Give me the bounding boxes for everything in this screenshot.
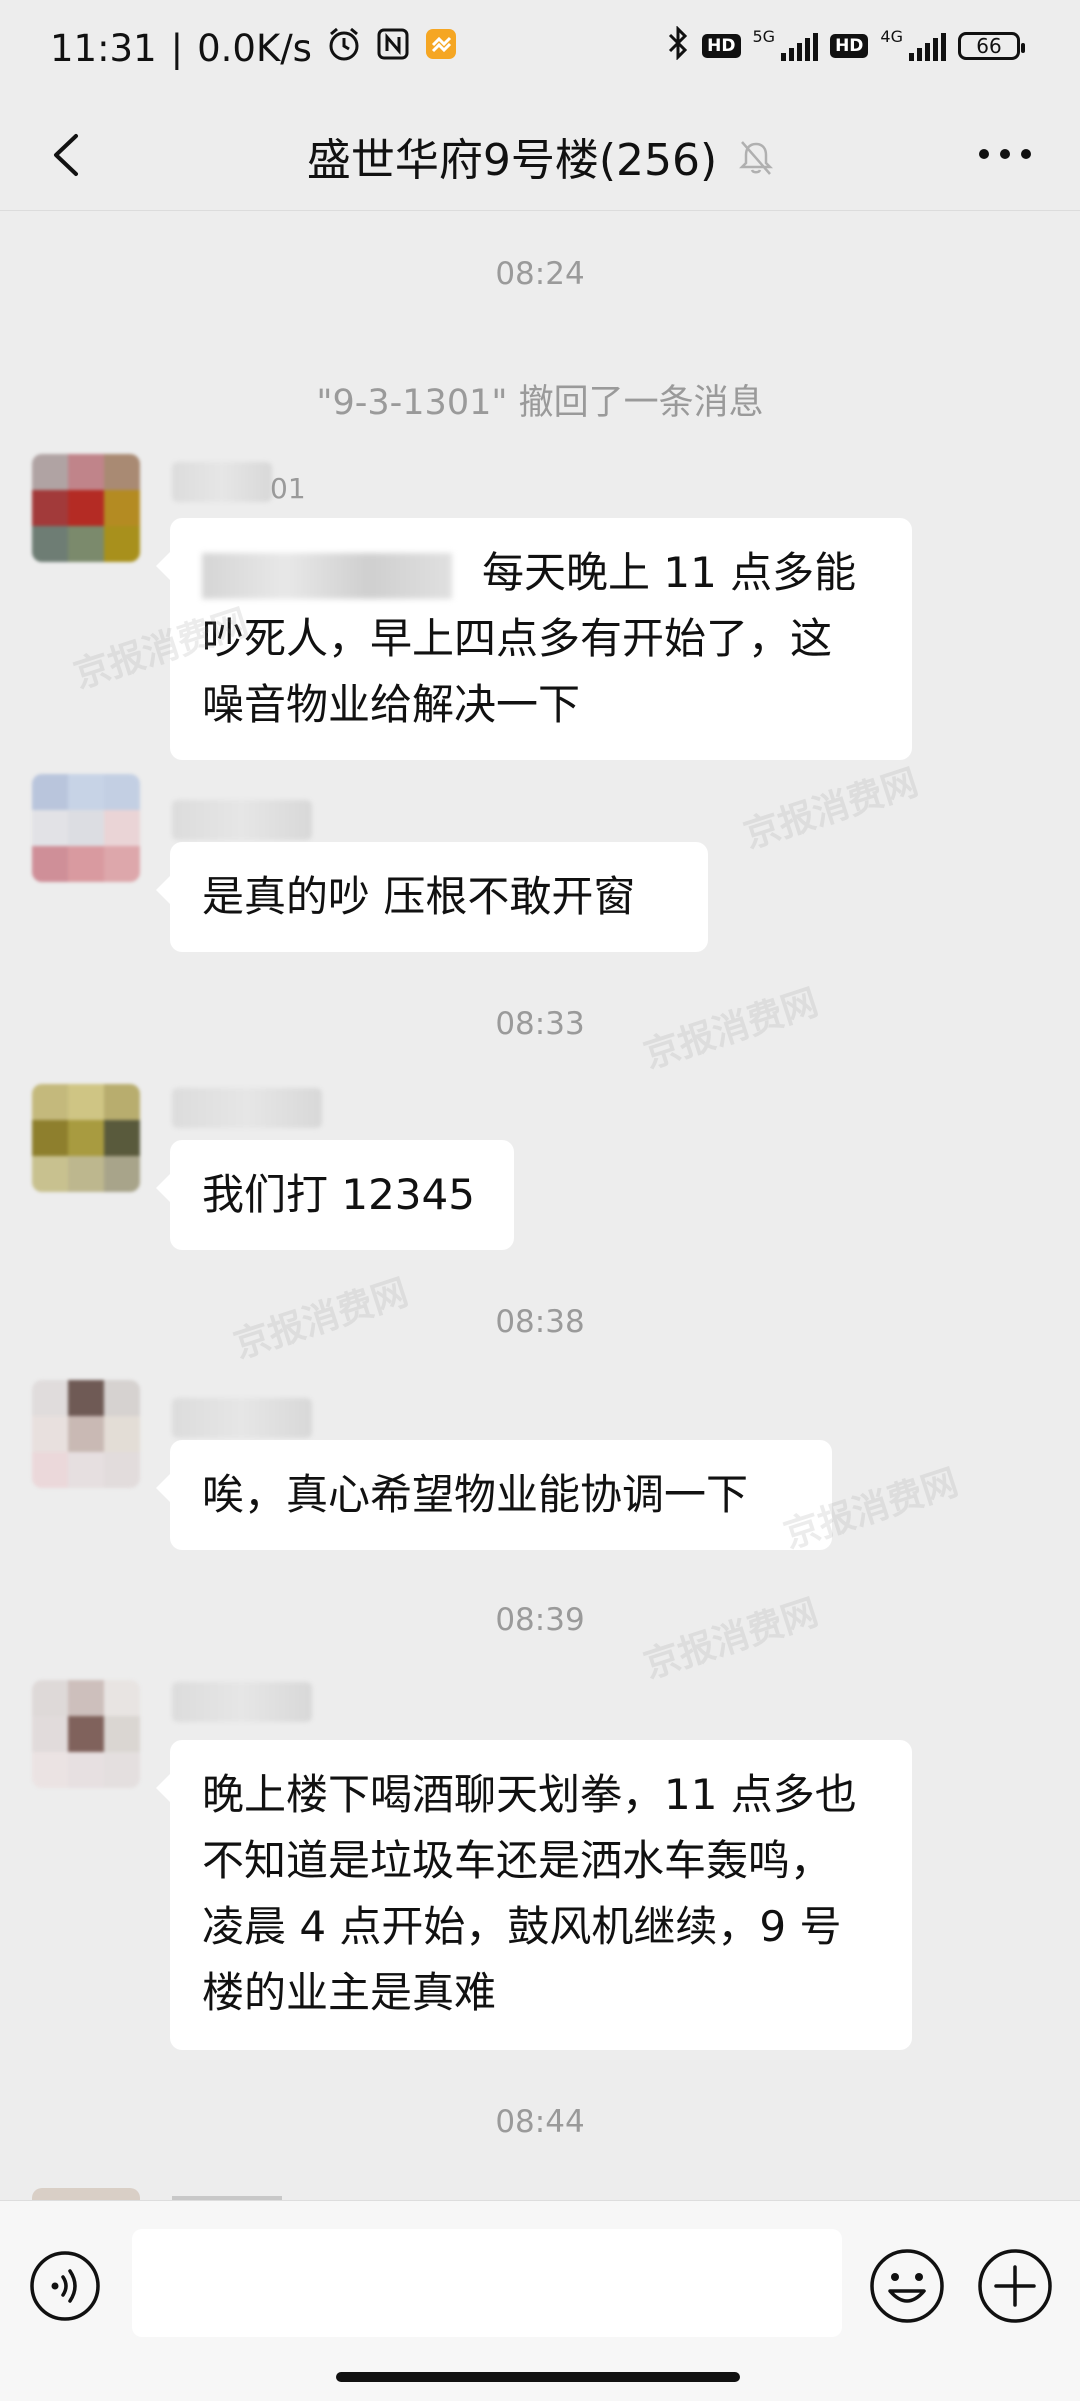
timestamp: 08:38 [495,1304,585,1340]
sender-name-blurred [172,462,272,502]
message-line: 吵死人，早上四点多有开始了，这 [202,614,833,663]
message-text: 我们打 12345 [202,1170,475,1219]
status-left: 11:31 | 0.0K/s [50,26,458,71]
message-line: 不知道是垃圾车还是洒水车轰鸣， [202,1836,833,1885]
battery-icon: 66 [958,32,1025,60]
signal-icon [909,31,946,61]
voice-icon[interactable] [28,2249,102,2323]
timestamp: 08:24 [495,256,585,292]
sender-name-blurred [172,1398,312,1438]
message-line: 凌晨 4 点开始，鼓风机继续，9 号 [202,1902,842,1951]
network-4g: 4G [880,26,903,46]
app-notification-icon [424,27,458,70]
hd-badge-1: HD [702,34,741,58]
timestamp: 08:44 [495,2104,585,2140]
sender-name-tail: 01 [270,472,306,505]
message-input[interactable] [132,2229,842,2337]
signal-icon [781,31,819,61]
message-line: 噪音物业给解决一下 [202,680,581,729]
message-text: 唉，真心希望物业能协调一下 [202,1470,749,1519]
timestamp: 08:33 [495,1006,585,1042]
message-bubble[interactable]: 我们打 12345 [156,1140,514,1250]
nfc-icon [376,27,410,70]
status-speed: 0.0K/s [197,27,312,70]
avatar[interactable] [32,774,140,882]
sender-name-blurred [172,1682,312,1722]
status-bar: 11:31 | 0.0K/s HD 5G HD 4G 66 [0,0,1080,100]
avatar[interactable] [32,454,140,562]
status-right: HD 5G HD 4G 66 [666,25,1025,66]
sender-name-blurred [172,800,312,840]
more-icon[interactable] [970,124,1040,184]
sender-name-blurred [172,1088,322,1128]
message-line: 晚上楼下喝酒聊天划拳，11 点多也 [202,1770,857,1819]
message-bubble[interactable]: 每天晚上 11 点多能 吵死人，早上四点多有开始了，这 噪音物业给解决一下 [156,518,912,760]
input-bar [0,2200,1080,2401]
message-line: 楼的业主是真难 [202,1968,497,2017]
timestamp: 08:39 [495,1602,585,1638]
message-line: 每天晚上 11 点多能 [482,548,857,597]
message-bubble[interactable]: 唉，真心希望物业能协调一下 [156,1440,832,1550]
network-5g: 5G [752,26,776,46]
status-time: 11:31 [50,27,157,70]
avatar[interactable] [32,1380,140,1488]
chat-title: 盛世华府9号楼(256) [306,135,718,186]
avatar-partial [32,2188,140,2200]
watermark: 京报消费网 [739,762,924,857]
emoji-icon[interactable] [868,2247,946,2325]
chat-header: 盛世华府9号楼(256) [0,100,1080,211]
bluetooth-icon [666,25,690,66]
system-message: "9-3-1301" 撤回了一条消息 [316,383,764,423]
message-bubble[interactable]: 是真的吵 压根不敢开窗 [156,842,708,952]
alarm-icon [326,26,362,71]
plus-icon[interactable] [976,2247,1054,2325]
mention-blurred [202,552,452,599]
message-text: 是真的吵 压根不敢开窗 [202,872,636,921]
message-bubble[interactable]: 晚上楼下喝酒聊天划拳，11 点多也 不知道是垃圾车还是洒水车轰鸣， 凌晨 4 点… [156,1740,912,2050]
avatar[interactable] [32,1680,140,1788]
avatar[interactable] [32,1084,140,1192]
hd-badge-2: HD [830,34,869,58]
home-indicator[interactable] [336,2372,740,2382]
mute-bell-icon [739,137,774,175]
